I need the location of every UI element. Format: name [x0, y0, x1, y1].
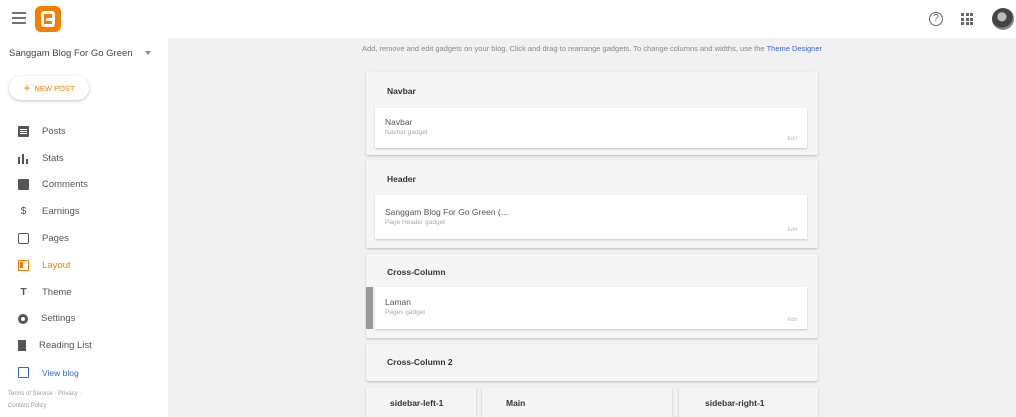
- sidebar-item-label: Settings: [41, 313, 76, 325]
- top-bar: ?: [0, 0, 1016, 38]
- section-title: Navbar: [387, 86, 416, 96]
- sidebar-item-comments[interactable]: Comments: [0, 172, 168, 199]
- section-title: Cross-Column 2: [387, 357, 453, 367]
- gadget-name: Laman: [385, 297, 411, 307]
- edit-link[interactable]: Edit: [788, 227, 797, 233]
- instructions-text: Add, remove and edit gadgets on your blo…: [361, 44, 765, 53]
- gear-icon: [18, 313, 28, 324]
- stats-icon: [18, 153, 29, 164]
- privacy-link[interactable]: Privacy: [58, 391, 78, 397]
- gadget-type: Pages gadget: [385, 309, 426, 316]
- sidebar-item-label: Stats: [42, 152, 64, 164]
- sidebar: Sanggam Blog For Go Green + NEW POST Pos…: [0, 38, 168, 417]
- column-sidebar-right-1: sidebar-right-1: [679, 388, 818, 417]
- sidebar-item-label: Layout: [42, 259, 71, 271]
- sidebar-item-posts[interactable]: Posts: [0, 118, 168, 145]
- pages-icon: [18, 233, 29, 245]
- blog-selector[interactable]: Sanggam Blog For Go Green: [9, 48, 151, 59]
- sidebar-item-earnings[interactable]: $ Earnings: [0, 198, 168, 225]
- sidebar-item-view-blog[interactable]: View blog: [0, 359, 168, 386]
- external-link-icon: [18, 367, 29, 379]
- new-post-button[interactable]: + NEW POST: [9, 76, 89, 100]
- gadget-name: Navbar: [385, 117, 413, 127]
- theme-icon: T: [20, 286, 27, 298]
- sidebar-item-label: Reading List: [39, 340, 92, 352]
- column-main: Main: [482, 388, 672, 417]
- gadget-name: Sanggam Blog For Go Green (...: [385, 207, 508, 217]
- gadget-header[interactable]: Sanggam Blog For Go Green (... Page Head…: [375, 195, 807, 239]
- section-cross-column: Cross-Column Laman Pages gadget Edit: [366, 254, 818, 338]
- sidebar-item-label: Theme: [42, 286, 72, 298]
- posts-icon: [18, 125, 29, 137]
- edit-link[interactable]: Edit: [788, 136, 797, 142]
- sidebar-item-label: Earnings: [42, 206, 80, 218]
- gadget-type: Navbar gadget: [385, 129, 428, 136]
- apps-grid-icon[interactable]: [961, 13, 973, 25]
- drag-handle[interactable]: [366, 287, 373, 329]
- hamburger-icon[interactable]: [12, 12, 26, 24]
- plus-icon: +: [23, 81, 31, 95]
- section-cross-column-2: Cross-Column 2: [366, 344, 818, 381]
- bookmark-icon: [18, 340, 26, 352]
- footer-links: Terms of Service · Privacy · Content Pol…: [8, 391, 82, 409]
- sidebar-nav: Posts Stats Comments $ Earnings Pages La…: [0, 118, 168, 386]
- section-title: Cross-Column: [387, 267, 446, 277]
- dollar-icon: $: [20, 206, 27, 218]
- new-post-label: NEW POST: [34, 83, 75, 93]
- comments-icon: [18, 179, 29, 191]
- layout-instructions: Add, remove and edit gadgets on your blo…: [168, 44, 1016, 53]
- blogger-layout-page: ? Sanggam Blog For Go Green + NEW POST P…: [0, 0, 1016, 417]
- blog-name: Sanggam Blog For Go Green: [9, 48, 133, 59]
- help-icon[interactable]: ?: [929, 12, 943, 26]
- sidebar-item-theme[interactable]: T Theme: [0, 279, 168, 306]
- terms-link[interactable]: Terms of Service: [8, 391, 53, 397]
- edit-link[interactable]: Edit: [788, 317, 797, 323]
- column-title: Main: [506, 398, 526, 408]
- column-sidebar-left-1: sidebar-left-1: [366, 388, 476, 417]
- gadget-type: Page Header gadget: [385, 219, 445, 226]
- section-navbar: Navbar Navbar Navbar gadget Edit: [366, 72, 818, 155]
- gadget-navbar[interactable]: Navbar Navbar gadget Edit: [375, 108, 807, 148]
- sidebar-item-layout[interactable]: Layout: [0, 252, 168, 279]
- avatar[interactable]: [992, 8, 1014, 30]
- sidebar-item-pages[interactable]: Pages: [0, 225, 168, 252]
- content-policy-link[interactable]: Content Policy: [8, 403, 47, 409]
- blogger-logo-icon[interactable]: [35, 6, 61, 32]
- layout-icon: [18, 259, 29, 271]
- sidebar-item-label: Posts: [42, 125, 66, 137]
- section-header: Header Sanggam Blog For Go Green (... Pa…: [366, 160, 818, 248]
- chevron-down-icon: [144, 51, 151, 56]
- theme-designer-link[interactable]: Theme Designer: [767, 44, 822, 53]
- gadget-pages[interactable]: Laman Pages gadget Edit: [366, 287, 807, 329]
- sidebar-item-stats[interactable]: Stats: [0, 145, 168, 172]
- sidebar-item-settings[interactable]: Settings: [0, 306, 168, 333]
- column-title: sidebar-right-1: [705, 398, 765, 408]
- sidebar-item-reading-list[interactable]: Reading List: [0, 332, 168, 359]
- section-title: Header: [387, 174, 416, 184]
- column-title: sidebar-left-1: [390, 398, 444, 408]
- sidebar-item-label: Pages: [42, 233, 69, 245]
- sidebar-item-label: View blog: [42, 367, 79, 378]
- sidebar-item-label: Comments: [42, 179, 88, 191]
